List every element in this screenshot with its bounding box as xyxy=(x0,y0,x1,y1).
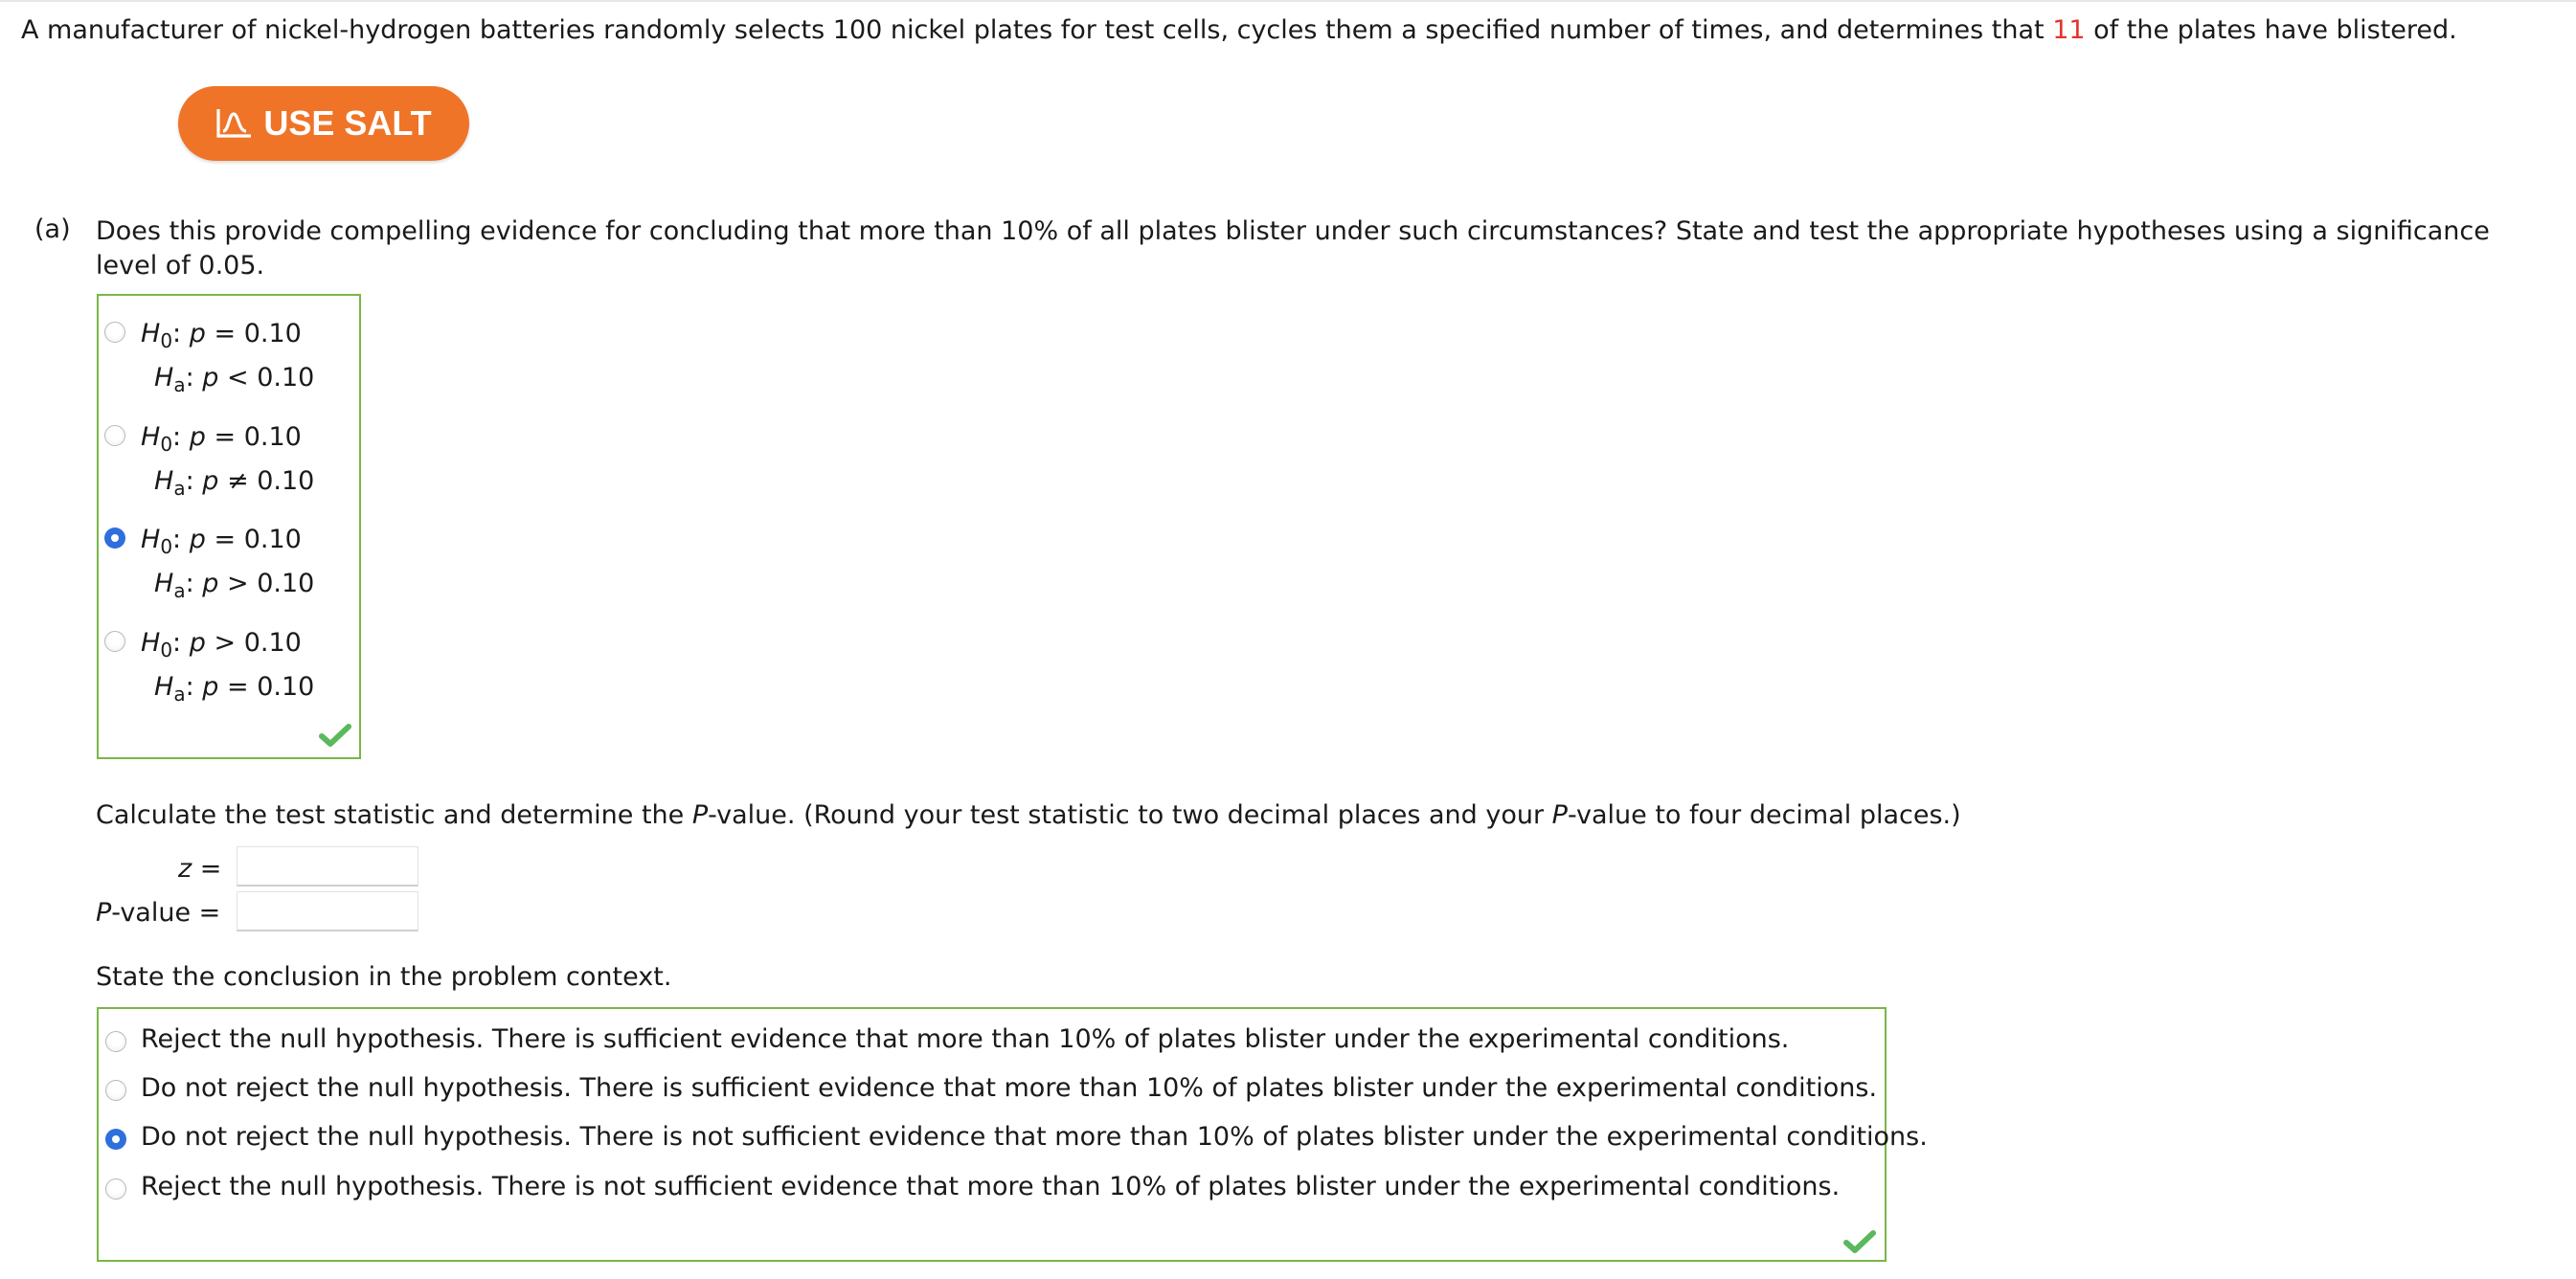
conclusion-option-4[interactable]: Reject the null hypothesis. There is not… xyxy=(99,1172,1885,1220)
radio-button[interactable] xyxy=(105,1178,126,1200)
null-hypothesis: H0: p = 0.10 xyxy=(141,525,302,558)
hypothesis-option-2[interactable]: H0: p = 0.10 Ha: p ≠ 0.10 xyxy=(99,409,359,505)
conclusion-option-label: Reject the null hypothesis. There is suf… xyxy=(141,1024,1790,1054)
hypothesis-option-3[interactable]: H0: p = 0.10 Ha: p > 0.10 xyxy=(99,511,359,607)
intro-text-after: of the plates have blistered. xyxy=(2085,15,2457,45)
use-salt-button[interactable]: USE SALT xyxy=(178,86,469,161)
correct-checkmark-icon xyxy=(319,723,351,754)
conclusion-option-3[interactable]: Do not reject the null hypothesis. There… xyxy=(99,1122,1928,1170)
salt-chart-icon xyxy=(215,106,254,141)
z-label: z = xyxy=(178,854,222,884)
conclusion-option-label: Do not reject the null hypothesis. There… xyxy=(141,1073,1878,1103)
p-value-label: P-value = xyxy=(96,898,221,928)
null-hypothesis: H0: p = 0.10 xyxy=(141,422,302,456)
part-a-question: Does this provide compelling evidence fo… xyxy=(96,216,2490,280)
use-salt-label: USE SALT xyxy=(263,103,432,143)
z-input[interactable] xyxy=(237,846,418,886)
radio-button[interactable] xyxy=(104,631,125,652)
radio-button[interactable] xyxy=(104,322,125,343)
alt-hypothesis: Ha: p > 0.10 xyxy=(154,569,315,602)
top-divider xyxy=(0,0,2576,2)
hypotheses-choice-group: H0: p = 0.10 Ha: p < 0.10 H0: p = 0.10 H… xyxy=(97,294,361,759)
radio-button[interactable] xyxy=(105,1031,126,1052)
alt-hypothesis: Ha: p < 0.10 xyxy=(154,363,315,396)
null-hypothesis: H0: p > 0.10 xyxy=(141,628,302,662)
conclusion-prompt: State the conclusion in the problem cont… xyxy=(96,962,672,992)
radio-button-selected[interactable] xyxy=(104,527,125,549)
conclusion-option-1[interactable]: Reject the null hypothesis. There is suf… xyxy=(99,1024,1885,1072)
null-hypothesis: H0: p = 0.10 xyxy=(141,319,302,352)
correct-checkmark-icon xyxy=(1843,1229,1876,1261)
intro-text-before: A manufacturer of nickel-hydrogen batter… xyxy=(21,15,2053,45)
conclusion-choice-group: Reject the null hypothesis. There is suf… xyxy=(97,1007,1928,1262)
radio-button-selected[interactable] xyxy=(105,1129,126,1150)
hypothesis-option-4[interactable]: H0: p > 0.10 Ha: p = 0.10 xyxy=(99,615,359,710)
alt-hypothesis: Ha: p ≠ 0.10 xyxy=(154,466,315,500)
conclusion-option-label: Do not reject the null hypothesis. There… xyxy=(141,1122,1928,1152)
conclusion-option-2[interactable]: Do not reject the null hypothesis. There… xyxy=(99,1073,1885,1121)
p-value-input[interactable] xyxy=(237,891,418,931)
highlight-number: 11 xyxy=(2052,15,2086,45)
hypothesis-option-1[interactable]: H0: p = 0.10 Ha: p < 0.10 xyxy=(99,305,359,401)
calc-instructions: Calculate the test statistic and determi… xyxy=(96,800,1961,830)
conclusion-option-label: Reject the null hypothesis. There is not… xyxy=(141,1172,1841,1201)
problem-statement: A manufacturer of nickel-hydrogen batter… xyxy=(21,15,2457,45)
alt-hypothesis: Ha: p = 0.10 xyxy=(154,672,315,706)
radio-button[interactable] xyxy=(105,1080,126,1101)
part-a-label: (a) xyxy=(34,214,71,244)
radio-button[interactable] xyxy=(104,425,125,446)
